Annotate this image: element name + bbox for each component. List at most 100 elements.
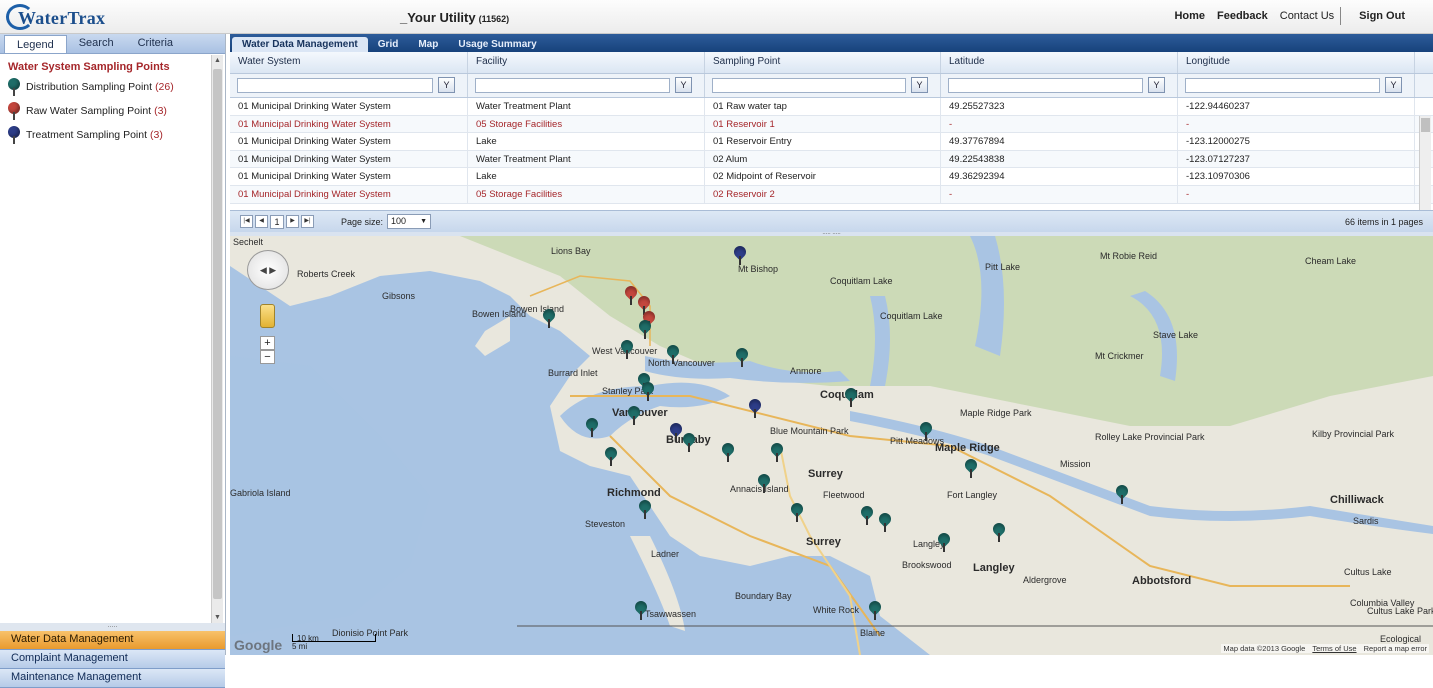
watertrax-logo[interactable]: WaterTrax — [6, 4, 105, 32]
map-place-label: Kilby Provincial Park — [1312, 429, 1395, 439]
accordion-water-data-management[interactable]: Water Data Management — [0, 631, 225, 650]
sampling-point-filter-input[interactable] — [712, 78, 906, 93]
sign-out-link[interactable]: Sign Out — [1353, 10, 1411, 25]
green-sampling-pin-icon[interactable] — [602, 444, 620, 467]
blue-sampling-pin-icon[interactable] — [667, 420, 685, 443]
column-header-longitude[interactable]: Longitude — [1178, 52, 1415, 73]
table-row[interactable]: 01 Municipal Drinking Water System Water … — [230, 150, 1433, 169]
table-cell: 02 Reservoir 2 — [705, 185, 941, 203]
legend-item-treatment[interactable]: Treatment Sampling Point (3) — [8, 123, 202, 147]
longitude-filter-input[interactable] — [1185, 78, 1380, 93]
pan-control[interactable]: ◀ ▶ — [247, 250, 289, 290]
main-content: Water Data Management Grid Map Usage Sum… — [230, 34, 1433, 655]
filter-icon[interactable]: Y — [1385, 77, 1402, 93]
table-row[interactable]: 01 Municipal Drinking Water System Lake 01… — [230, 133, 1433, 151]
green-sampling-pin-icon[interactable] — [636, 317, 654, 340]
sampling-map[interactable]: Sechelt Lions Bay Mt Bishop Roberts Creek Gi… — [230, 236, 1433, 655]
column-header-facility[interactable]: Facility — [468, 52, 705, 73]
map-place-label: Brookswood — [902, 560, 952, 570]
table-cell: Lake — [468, 168, 705, 185]
green-sampling-pin-icon[interactable] — [639, 379, 657, 402]
green-sampling-pin-icon[interactable] — [664, 342, 682, 365]
scroll-thumb[interactable] — [1421, 118, 1430, 132]
contact-us-link[interactable]: Contact Us — [1274, 10, 1340, 25]
panel-splitter[interactable]: ..... — [0, 622, 225, 631]
green-sampling-pin-icon[interactable] — [917, 419, 935, 442]
green-sampling-pin-icon[interactable] — [876, 510, 894, 533]
street-view-pegman-icon[interactable] — [260, 304, 275, 328]
green-sampling-pin-icon[interactable] — [680, 430, 698, 453]
home-link[interactable]: Home — [1168, 10, 1211, 25]
filter-icon[interactable]: Y — [1148, 77, 1165, 93]
page-size-value: 100 — [391, 216, 407, 226]
green-sampling-pin-icon[interactable] — [583, 415, 601, 438]
tab-criteria[interactable]: Criteria — [126, 34, 185, 53]
scroll-thumb[interactable] — [213, 69, 222, 599]
legend-item-raw-water[interactable]: Raw Water Sampling Point (3) — [8, 99, 202, 123]
green-sampling-pin-icon[interactable] — [733, 345, 751, 368]
map-place-label: Boundary Bay — [735, 591, 792, 601]
table-row[interactable]: 01 Municipal Drinking Water System 05 Sto… — [230, 115, 1433, 134]
tab-usage-summary[interactable]: Usage Summary — [448, 37, 546, 52]
current-page[interactable]: 1 — [270, 214, 284, 229]
green-sampling-pin-icon[interactable] — [540, 306, 558, 329]
tab-map[interactable]: Map — [408, 37, 448, 52]
grid-scrollbar[interactable] — [1419, 116, 1431, 222]
red-sampling-pin-icon[interactable] — [622, 283, 640, 306]
tab-search[interactable]: Search — [67, 34, 126, 53]
scroll-up-icon[interactable]: ▲ — [214, 57, 221, 64]
green-sampling-pin-icon[interactable] — [625, 403, 643, 426]
table-row[interactable]: 01 Municipal Drinking Water System Water … — [230, 98, 1433, 116]
filter-icon[interactable]: Y — [675, 77, 692, 93]
green-sampling-pin-icon[interactable] — [990, 520, 1008, 543]
column-header-latitude[interactable]: Latitude — [941, 52, 1178, 73]
zoom-in-button[interactable]: + — [260, 336, 275, 350]
legend-item-distribution[interactable]: Distribution Sampling Point (26) — [8, 75, 202, 99]
blue-sampling-pin-icon[interactable] — [746, 396, 764, 419]
feedback-link[interactable]: Feedback — [1211, 10, 1274, 25]
legend-item-count: (3) — [154, 105, 167, 117]
green-sampling-pin-icon[interactable] — [842, 385, 860, 408]
tab-legend[interactable]: Legend — [4, 35, 67, 53]
table-row[interactable]: 01 Municipal Drinking Water System Lake 02… — [230, 168, 1433, 186]
page-title: _Your Utility (11562) — [400, 10, 509, 25]
last-page-icon[interactable]: ▶| — [301, 215, 314, 228]
column-header-sampling-point[interactable]: Sampling Point — [705, 52, 941, 73]
tab-water-data-management[interactable]: Water Data Management — [232, 37, 368, 52]
green-sampling-pin-icon[interactable] — [618, 337, 636, 360]
green-sampling-pin-icon[interactable] — [755, 471, 773, 494]
column-header-water-system[interactable]: Water System — [230, 52, 468, 73]
legend-scrollbar[interactable]: ▲ ▼ — [211, 55, 223, 623]
water-system-filter-input[interactable] — [237, 78, 433, 93]
table-row[interactable]: 01 Municipal Drinking Water System 05 Sto… — [230, 185, 1433, 204]
green-sampling-pin-icon[interactable] — [719, 440, 737, 463]
green-sampling-pin-icon[interactable] — [768, 440, 786, 463]
terms-of-use-link[interactable]: Terms of Use — [1312, 644, 1356, 653]
latitude-filter-input[interactable] — [948, 78, 1143, 93]
green-sampling-pin-icon[interactable] — [636, 497, 654, 520]
prev-page-icon[interactable]: ◀ — [255, 215, 268, 228]
map-place-label: Mission — [1060, 459, 1091, 469]
report-map-error-link[interactable]: Report a map error — [1364, 644, 1427, 653]
zoom-out-button[interactable]: − — [260, 350, 275, 364]
green-sampling-pin-icon[interactable] — [866, 598, 884, 621]
left-tabs: Legend Search Criteria — [0, 34, 225, 54]
facility-filter-input[interactable] — [475, 78, 670, 93]
green-sampling-pin-icon[interactable] — [858, 503, 876, 526]
blue-pin-icon — [8, 126, 20, 144]
accordion-maintenance-management[interactable]: Maintenance Management — [0, 669, 225, 688]
first-page-icon[interactable]: |◀ — [240, 215, 253, 228]
green-sampling-pin-icon[interactable] — [632, 598, 650, 621]
green-sampling-pin-icon[interactable] — [962, 456, 980, 479]
green-sampling-pin-icon[interactable] — [935, 530, 953, 553]
filter-icon[interactable]: Y — [911, 77, 928, 93]
tab-grid[interactable]: Grid — [368, 37, 409, 52]
next-page-icon[interactable]: ▶ — [286, 215, 299, 228]
green-sampling-pin-icon[interactable] — [788, 500, 806, 523]
page-size-select[interactable]: 100 ▼ — [387, 214, 432, 229]
green-sampling-pin-icon[interactable] — [1113, 482, 1131, 505]
scroll-down-icon[interactable]: ▼ — [214, 614, 221, 621]
accordion-complaint-management[interactable]: Complaint Management — [0, 650, 225, 669]
filter-icon[interactable]: Y — [438, 77, 455, 93]
blue-sampling-pin-icon[interactable] — [731, 243, 749, 266]
